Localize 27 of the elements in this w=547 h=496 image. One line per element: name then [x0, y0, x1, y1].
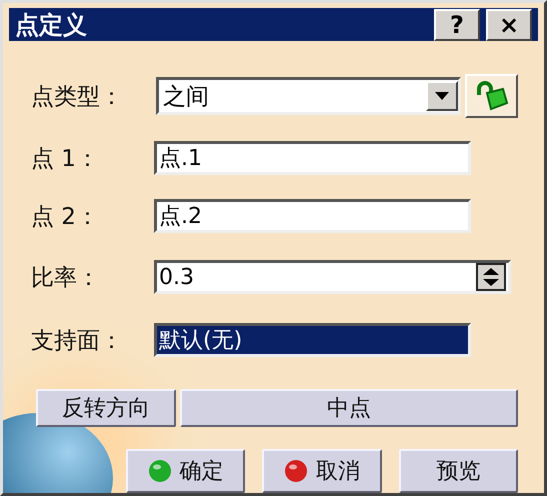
ball-icon	[148, 459, 172, 483]
preview-button[interactable]: 预览	[398, 449, 518, 493]
lock-button[interactable]	[465, 74, 518, 118]
up-down-arrows-icon	[481, 267, 501, 287]
help-button[interactable]: ?	[434, 8, 480, 40]
dropdown-value: 之间	[162, 82, 210, 112]
point-type-dropdown[interactable]: 之间	[156, 77, 462, 115]
field-label: 比率：	[31, 264, 101, 292]
ratio-spinbox[interactable]: 0.3	[154, 260, 511, 294]
close-button[interactable]: ×	[486, 8, 532, 40]
input-field[interactable]: 点.2	[154, 199, 471, 233]
spin-button[interactable]	[476, 263, 506, 291]
midpoint-button[interactable]: 中点	[180, 389, 518, 427]
window-title: 点定义	[15, 10, 88, 40]
field-label: 点类型：	[31, 82, 124, 112]
field-label: 支持面：	[31, 326, 124, 356]
ok-button[interactable]: 确定	[126, 449, 246, 493]
field-label: 点 2：	[31, 202, 100, 232]
dropdown-button[interactable]	[426, 81, 458, 111]
cancel-button[interactable]: 取消	[262, 449, 382, 493]
padlock-icon	[474, 81, 509, 111]
caret-icon	[435, 92, 450, 100]
field-label: 点 1：	[31, 144, 100, 174]
input-field[interactable]: 默认(无)	[154, 323, 471, 357]
input-field[interactable]: 点.1	[154, 141, 471, 175]
ball-icon	[284, 459, 308, 483]
reverse-direction-button[interactable]: 反转方向	[36, 389, 176, 427]
